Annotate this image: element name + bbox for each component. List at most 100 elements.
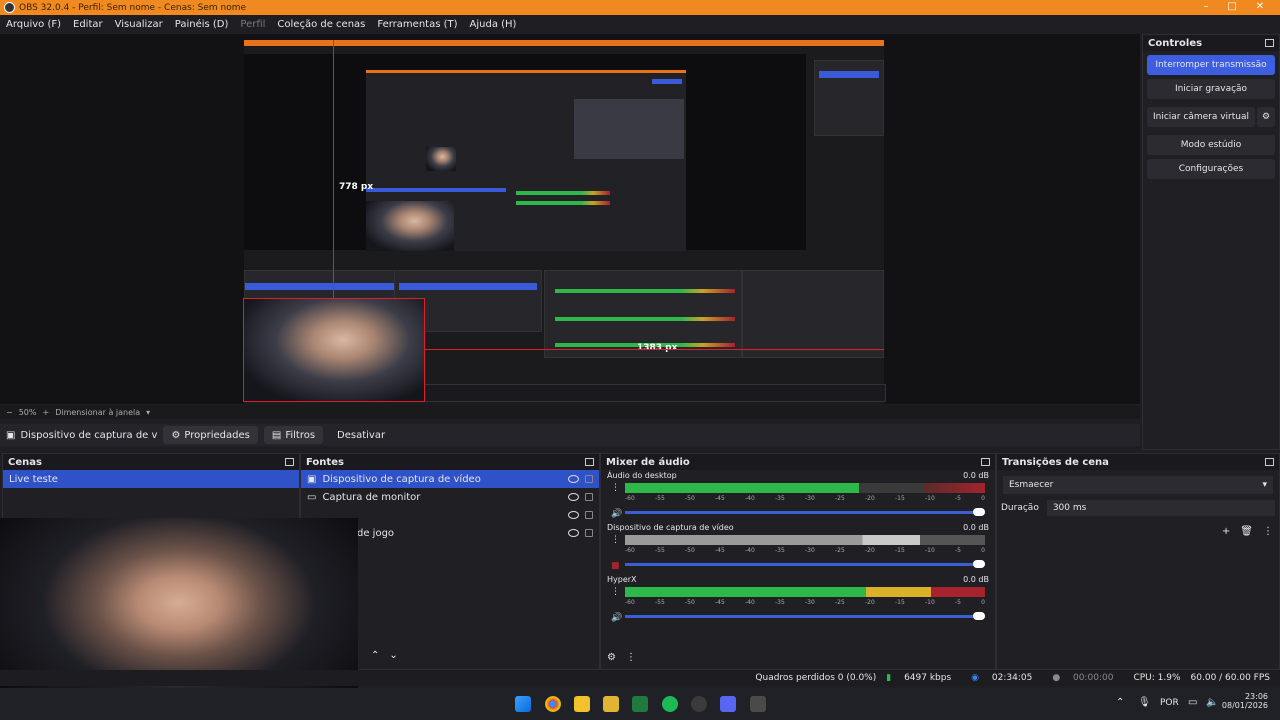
lock-icon[interactable] [585,511,593,519]
menu-scene-collection[interactable]: Coleção de cenas [271,19,371,30]
undock-icon[interactable] [585,458,594,466]
app-icon[interactable] [750,696,766,712]
eye-icon[interactable] [568,529,579,537]
stop-streaming-button[interactable]: Interromper transmissão [1147,55,1275,75]
source-item[interactable]: ▣ Dispositivo de captura de vídeo [301,470,599,488]
app-icon[interactable] [603,696,619,712]
properties-label: Propriedades [184,429,250,441]
chevron-down-icon: ▾ [1262,480,1267,490]
virtual-camera-row: Iniciar câmera virtual ⚙ [1143,103,1279,131]
more-options-icon[interactable]: ⋮ [1263,526,1273,537]
start-recording-button[interactable]: Iniciar gravação [1147,79,1275,99]
speaker-icon[interactable]: 🔈 [1206,697,1218,708]
virtual-camera-settings-icon[interactable]: ⚙ [1257,107,1275,127]
close-icon[interactable]: ✕ [1240,0,1280,15]
record-icon: ● [1052,673,1061,683]
spotify-icon[interactable] [662,696,678,712]
start-virtual-camera-button[interactable]: Iniciar câmera virtual [1147,107,1255,127]
more-options-icon[interactable]: ⋮ [611,483,620,493]
source-item-label: Captura de monitor [322,491,421,503]
muted-speaker-icon[interactable]: ■ [611,561,620,571]
volume-slider[interactable] [625,508,985,516]
chevron-down-icon[interactable]: ▾ [146,408,150,417]
volume-knob[interactable] [973,560,985,568]
live-time-value: 02:34:05 [991,673,1033,683]
lock-icon[interactable] [585,493,593,501]
menu-docks[interactable]: Painéis (D) [169,19,235,30]
eye-icon[interactable] [568,493,579,501]
zoom-in-icon[interactable]: + [42,408,49,417]
properties-button[interactable]: ⚙ Propriedades [163,426,258,444]
speaker-icon[interactable]: 🔊 [611,509,622,519]
transitions-header: Transições de cena [997,454,1279,470]
source-item[interactable]: ▭ Captura de monitor [301,488,599,506]
volume-meter [625,587,985,597]
source-name: Dispositivo de captura de v [20,429,158,441]
menu-file[interactable]: Arquivo (F) [0,19,67,30]
more-options-icon[interactable]: ⋮ [611,535,620,545]
duration-input[interactable]: 300 ms [1046,500,1275,516]
zoom-mode[interactable]: Dimensionar à janela [55,408,140,417]
chrome-icon[interactable] [545,696,561,712]
transition-actions: + 🗑 ⋮ [1222,526,1273,537]
menu-help[interactable]: Ajuda (H) [464,19,523,30]
menu-edit[interactable]: Editar [67,19,109,30]
lock-icon[interactable] [585,529,593,537]
lock-icon[interactable] [585,475,593,483]
file-explorer-icon[interactable] [574,696,590,712]
volume-slider[interactable] [625,560,985,568]
windows-start-icon[interactable] [515,696,531,712]
obs-icon[interactable] [691,696,707,712]
taskbar: ⌃ 🎙 POR ▭ 🔈 23:06 08/01/2026 [0,688,1280,720]
source-item-label: Dispositivo de captura de vídeo [322,473,481,485]
speaker-icon[interactable]: 🔊 [611,613,622,623]
chevron-down-icon[interactable]: ⌄ [389,650,397,661]
bitrate: ▮ 6497 kbps [886,673,961,683]
nested-meter [555,317,735,321]
undock-icon[interactable] [1265,39,1274,47]
nested-selection [366,188,506,192]
language-indicator[interactable]: POR [1160,698,1179,708]
signal-icon: ▮ [886,673,892,683]
gear-icon[interactable]: ⚙ [607,652,616,663]
preview-canvas[interactable]: 778 px 1383 px [0,34,1140,406]
trash-icon[interactable]: 🗑 [1240,526,1253,537]
microphone-icon[interactable]: 🎙 [1138,697,1151,708]
scene-item[interactable]: Live teste [3,470,299,488]
undock-icon[interactable] [981,458,990,466]
discord-icon[interactable] [720,696,736,712]
transition-select[interactable]: Esmaecer ▾ [1003,476,1273,494]
transition-selected: Esmaecer [1009,480,1054,490]
menu-view[interactable]: Visualizar [109,19,169,30]
chevron-up-icon[interactable]: ⌃ [1116,697,1124,708]
duration-row: Duração 300 ms [1001,500,1275,516]
plus-icon[interactable]: + [1222,526,1230,537]
menu-tools[interactable]: Ferramentas (T) [371,19,463,30]
studio-mode-button[interactable]: Modo estúdio [1147,135,1275,155]
zoom-out-icon[interactable]: − [6,408,13,417]
undock-icon[interactable] [285,458,294,466]
menu-bar: Arquivo (F) Editar Visualizar Painéis (D… [0,15,1280,33]
transitions-dock: Transições de cena Esmaecer ▾ Duração 300… [996,453,1280,670]
more-options-icon[interactable]: ⋮ [611,587,620,597]
eye-icon[interactable] [568,511,579,519]
volume-knob[interactable] [973,508,985,516]
clock[interactable]: 23:06 08/01/2026 [1220,692,1268,710]
chevron-up-icon[interactable]: ⌃ [371,650,379,661]
app-icon[interactable] [632,696,648,712]
filters-button[interactable]: ▤ Filtros [263,426,324,444]
volume-knob[interactable] [973,612,985,620]
volume-slider[interactable] [625,612,985,620]
selected-source-bounds[interactable] [243,298,425,402]
undock-icon[interactable] [1265,458,1274,466]
channel-db: 0.0 dB [963,471,989,480]
monitor-icon[interactable]: ▭ [1188,697,1197,708]
eye-icon[interactable] [568,475,579,483]
menu-profile[interactable]: Perfil [234,19,271,30]
source-order-buttons: ⌃ ⌄ [371,650,398,661]
mixer-channel: Dispositivo de captura de vídeo 0.0 dB ⋮ … [601,522,995,574]
settings-button[interactable]: Configurações [1147,159,1275,179]
deactivate-button[interactable]: Desativar [329,426,393,444]
filter-icon: ▤ [271,429,282,441]
more-options-icon[interactable]: ⋮ [626,652,636,663]
